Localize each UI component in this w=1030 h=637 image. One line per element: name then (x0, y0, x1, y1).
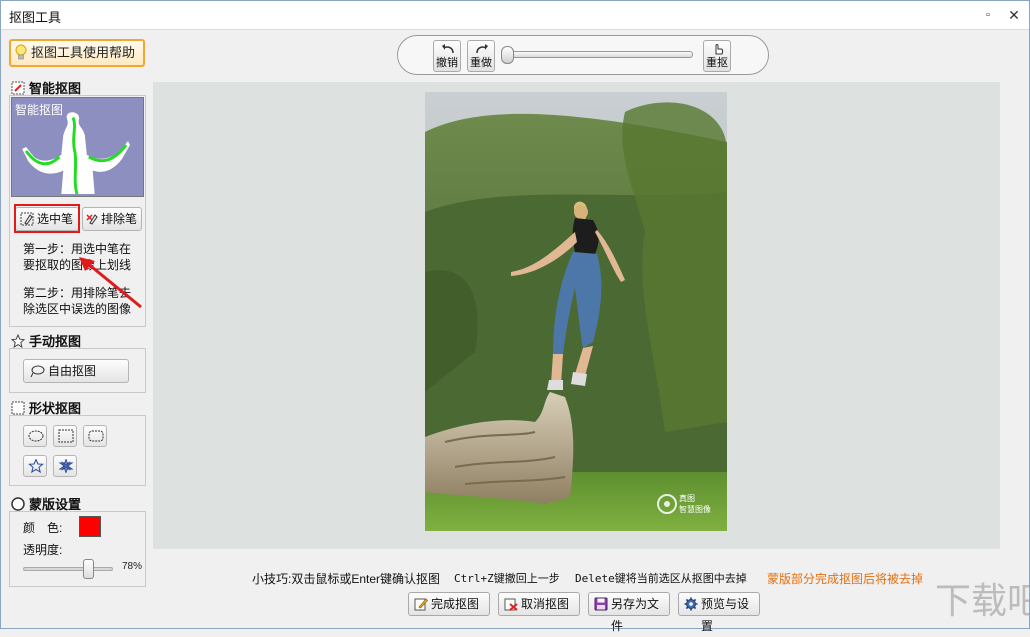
redraw-hand-icon (715, 44, 724, 55)
opacity-slider-thumb[interactable] (82, 559, 94, 579)
rounded-rectangle-shape-button[interactable] (83, 425, 107, 447)
cancel-cutout-label: 取消抠图 (521, 597, 570, 611)
photo-image[interactable]: 真图 智慧图像 (425, 92, 727, 531)
help-button-label: 抠图工具使用帮助 (31, 45, 136, 60)
opacity-slider-track[interactable] (23, 567, 113, 571)
floppy-disk-icon (594, 597, 608, 611)
preview-settings-button[interactable]: 预览与设置 (678, 592, 760, 633)
highlight-box (14, 204, 80, 233)
star-outline-icon (11, 334, 25, 348)
zoom-slider-track[interactable] (501, 51, 693, 58)
mask-settings-heading-label: 蒙版设置 (29, 497, 82, 512)
finish-pencil-icon (414, 598, 428, 611)
lasso-icon (30, 365, 45, 378)
opacity-value: 78% (122, 561, 143, 572)
free-cutout-button[interactable]: 自由抠图 (23, 359, 129, 383)
star-icon (28, 459, 44, 473)
finish-cutout-button[interactable]: 完成抠图 (408, 592, 490, 616)
ellipse-shape-button[interactable] (23, 425, 47, 447)
window-title: 抠图工具 (9, 10, 62, 25)
photo-woman-on-log: 真图 智慧图像 (425, 92, 727, 531)
smart-cutout-preview: 智能抠图 (11, 97, 144, 197)
redraw-button[interactable]: 重抠 (703, 40, 731, 72)
cancel-icon (504, 598, 518, 611)
tip-double-click: 小技巧:双击鼠标或Enter键确认抠图 (252, 572, 441, 586)
site-watermark-logo: 下载吧 (935, 581, 1030, 622)
smart-cutout-icon (11, 81, 25, 95)
image-watermark-line2: 智慧图像 (679, 504, 711, 514)
tip-delete: Delete键将当前选区从抠图中去掉 (575, 572, 747, 585)
redo-icon (476, 44, 488, 54)
preview-settings-label: 预览与设置 (701, 597, 750, 633)
tip-mask-warning: 蒙版部分完成抠图后将被去掉 (767, 572, 924, 586)
undo-label: 撤销 (436, 57, 458, 69)
mask-color-label: 颜 色: (23, 521, 63, 535)
exclude-pen-icon (86, 214, 98, 225)
maximize-button[interactable]: ▫ (979, 6, 997, 24)
hexagram-shape-button[interactable] (53, 455, 77, 477)
annotation-arrow (79, 257, 142, 309)
manual-cutout-heading-label: 手动抠图 (29, 334, 82, 349)
redo-label: 重做 (470, 57, 492, 69)
title-bar: 抠图工具 ▫ ✕ (1, 1, 1029, 30)
hexagram-icon (58, 459, 74, 473)
save-as-file-label: 另存为文件 (611, 597, 660, 633)
opacity-label: 透明度: (23, 543, 63, 557)
rounded-rectangle-icon (88, 430, 104, 442)
app-window: 抠图工具 ▫ ✕ 抠图工具使用帮助 智能抠图 智能抠图 选中笔 排除笔 第一步：… (0, 0, 1030, 633)
tip-ctrl-z: Ctrl+Z键撤回上一步 (454, 572, 560, 585)
preview-figure (22, 112, 130, 195)
shape-cutout-heading-label: 形状抠图 (29, 401, 82, 416)
ellipse-icon (28, 430, 44, 442)
lightbulb-icon (15, 44, 27, 60)
finish-cutout-label: 完成抠图 (431, 597, 480, 611)
star-shape-button[interactable] (23, 455, 47, 477)
close-button[interactable]: ✕ (1005, 6, 1023, 24)
mask-color-swatch[interactable] (79, 516, 101, 537)
smart-cutout-heading-label: 智能抠图 (29, 81, 82, 96)
mask-circle-icon (11, 497, 25, 511)
exclude-pen-button[interactable]: 排除笔 (82, 207, 142, 231)
dotted-square-icon (11, 401, 25, 415)
rectangle-icon (58, 429, 74, 443)
help-button[interactable]: 抠图工具使用帮助 (9, 39, 145, 67)
image-watermark-line1: 真图 (679, 493, 695, 503)
undo-icon (442, 44, 454, 54)
exclude-pen-label: 排除笔 (101, 212, 138, 226)
zoom-slider-thumb[interactable] (501, 46, 514, 64)
free-cutout-label: 自由抠图 (48, 364, 97, 378)
rectangle-shape-button[interactable] (53, 425, 77, 447)
save-as-file-button[interactable]: 另存为文件 (588, 592, 670, 633)
redo-button[interactable]: 重做 (467, 40, 495, 72)
gear-icon (684, 597, 698, 611)
site-watermark-text: 下载吧 (935, 581, 1030, 622)
cancel-cutout-button[interactable]: 取消抠图 (498, 592, 580, 616)
redraw-label: 重抠 (706, 57, 728, 69)
undo-button[interactable]: 撤销 (433, 40, 461, 72)
